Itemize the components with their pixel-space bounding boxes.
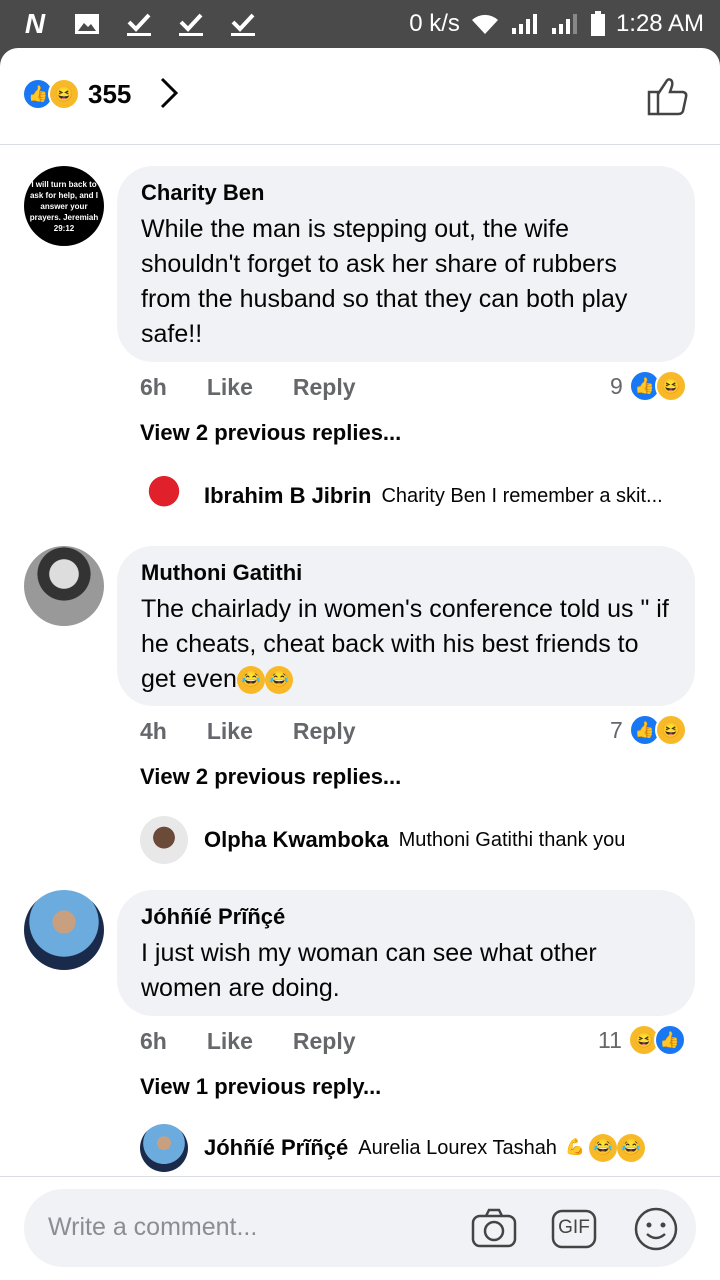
tears-of-joy-emoji-icon: 😂: [588, 1134, 617, 1162]
comment-text: The chairlady in women's conference told…: [141, 592, 671, 697]
comment-reactions[interactable]: 11 😆 👍: [598, 1024, 686, 1056]
like-button[interactable]: Like: [207, 374, 253, 401]
reply-author: Olpha Kwamboka: [204, 827, 389, 852]
reply-button[interactable]: Reply: [293, 374, 356, 401]
reactions-header: 👍 😆 355: [0, 48, 720, 145]
avatar: [140, 816, 188, 864]
comments-sheet: 👍 😆 355 I will turn back to ask for help…: [0, 48, 720, 1280]
status-bar: N 0 k/s 1:28 AM: [0, 0, 720, 48]
comment-reaction-count: 7: [610, 716, 623, 743]
network-speed: 0 k/s: [409, 10, 460, 37]
comment-time: 6h: [140, 1028, 167, 1054]
comment-reaction-count: 11: [598, 1026, 622, 1053]
comment-author[interactable]: Jóhñíé Prĩñçé: [141, 904, 671, 930]
haha-reaction-icon: 😆: [48, 78, 80, 110]
signal-icon: [551, 14, 577, 34]
comment-placeholder: Write a comment...: [48, 1213, 258, 1241]
battery-icon: [590, 11, 605, 36]
reply-preview[interactable]: Ibrahim B Jibrin Charity Ben I remember …: [140, 472, 663, 520]
flexed-biceps-emoji-icon: 💪: [564, 1139, 585, 1156]
avatar[interactable]: [24, 890, 104, 970]
check-icon: [176, 10, 206, 38]
comment-bubble[interactable]: Jóhñíé Prĩñçé I just wish my woman can s…: [117, 890, 695, 1016]
clock: 1:28 AM: [615, 10, 704, 37]
view-previous-replies[interactable]: View 2 previous replies...: [140, 420, 401, 446]
comment-bubble[interactable]: Muthoni Gatithi The chairlady in women's…: [117, 546, 695, 706]
tears-of-joy-emoji-icon: 😂: [264, 666, 293, 695]
reply-author: Jóhñíé Prĩñçé: [204, 1135, 349, 1160]
avatar: [140, 1124, 188, 1172]
reply-button[interactable]: Reply: [293, 1028, 356, 1055]
like-button[interactable]: Like: [207, 718, 253, 745]
comment-actions: 6h Like Reply: [140, 1028, 356, 1055]
camera-icon[interactable]: [470, 1205, 518, 1253]
reply-preview[interactable]: Jóhñíé Prĩñçé Aurelia Lourex Tashah 💪 😂 …: [140, 1124, 645, 1172]
comment-reaction-count: 9: [610, 372, 623, 399]
reply-text: Aurelia Lourex Tashah: [358, 1136, 557, 1159]
reply-text: Charity Ben I remember a skit...: [381, 484, 663, 507]
reactions-summary[interactable]: 👍 😆 355: [22, 78, 131, 110]
avatar: [140, 472, 188, 520]
avatar[interactable]: [24, 546, 104, 626]
n-app-icon: N: [24, 8, 46, 39]
comment-time: 4h: [140, 718, 167, 744]
comment-input[interactable]: Write a comment... GIF: [24, 1189, 696, 1267]
status-icons-right: 0 k/s 1:28 AM: [409, 8, 704, 40]
gif-button[interactable]: GIF: [550, 1205, 598, 1253]
check-icon: [124, 10, 154, 38]
comment-reactions[interactable]: 9 👍 😆: [610, 370, 687, 402]
comment-text: While the man is stepping out, the wife …: [141, 215, 628, 348]
reply-author: Ibrahim B Jibrin: [204, 483, 372, 508]
like-post-button[interactable]: [646, 74, 690, 118]
haha-reaction-icon: 😆: [654, 370, 687, 402]
view-previous-replies[interactable]: View 2 previous replies...: [140, 764, 401, 790]
emoji-icon[interactable]: [632, 1205, 680, 1253]
comment-text: I just wish my woman can see what other …: [141, 939, 597, 1002]
reply-text: Muthoni Gatithi thank you: [398, 828, 626, 851]
comment-time: 6h: [140, 374, 167, 400]
thumbs-up-icon: [647, 78, 688, 116]
like-button[interactable]: Like: [207, 1028, 253, 1055]
tears-of-joy-emoji-icon: 😂: [616, 1134, 645, 1162]
haha-reaction-icon: 😆: [654, 714, 687, 746]
avatar[interactable]: I will turn back to ask for help, and I …: [24, 166, 104, 246]
comment-text-body: The chairlady in women's conference told…: [141, 595, 669, 693]
check-icon: [228, 10, 258, 38]
comment-bubble[interactable]: Charity Ben While the man is stepping ou…: [117, 166, 695, 362]
view-previous-replies[interactable]: View 1 previous reply...: [140, 1074, 381, 1100]
gif-label: GIF: [558, 1217, 590, 1238]
reply-button[interactable]: Reply: [293, 718, 356, 745]
reaction-count: 355: [88, 78, 132, 109]
like-reaction-icon: 👍: [653, 1024, 686, 1056]
comment-author[interactable]: Charity Ben: [141, 180, 671, 206]
chevron-right-icon[interactable]: [158, 76, 180, 119]
wifi-icon: [471, 14, 498, 34]
comment-composer: Write a comment... GIF: [0, 1176, 720, 1280]
tears-of-joy-emoji-icon: 😂: [236, 666, 265, 695]
comment-actions: 6h Like Reply: [140, 374, 356, 401]
reply-preview[interactable]: Olpha Kwamboka Muthoni Gatithi thank you: [140, 816, 625, 864]
comment-actions: 4h Like Reply: [140, 718, 356, 745]
comment-author[interactable]: Muthoni Gatithi: [141, 560, 671, 586]
avatar-text: I will turn back to ask for help, and I …: [29, 179, 99, 233]
signal-icon: [511, 14, 537, 34]
comment-reactions[interactable]: 7 👍 😆: [610, 714, 687, 746]
image-icon: [72, 10, 102, 38]
status-icons-left: N: [20, 8, 258, 40]
